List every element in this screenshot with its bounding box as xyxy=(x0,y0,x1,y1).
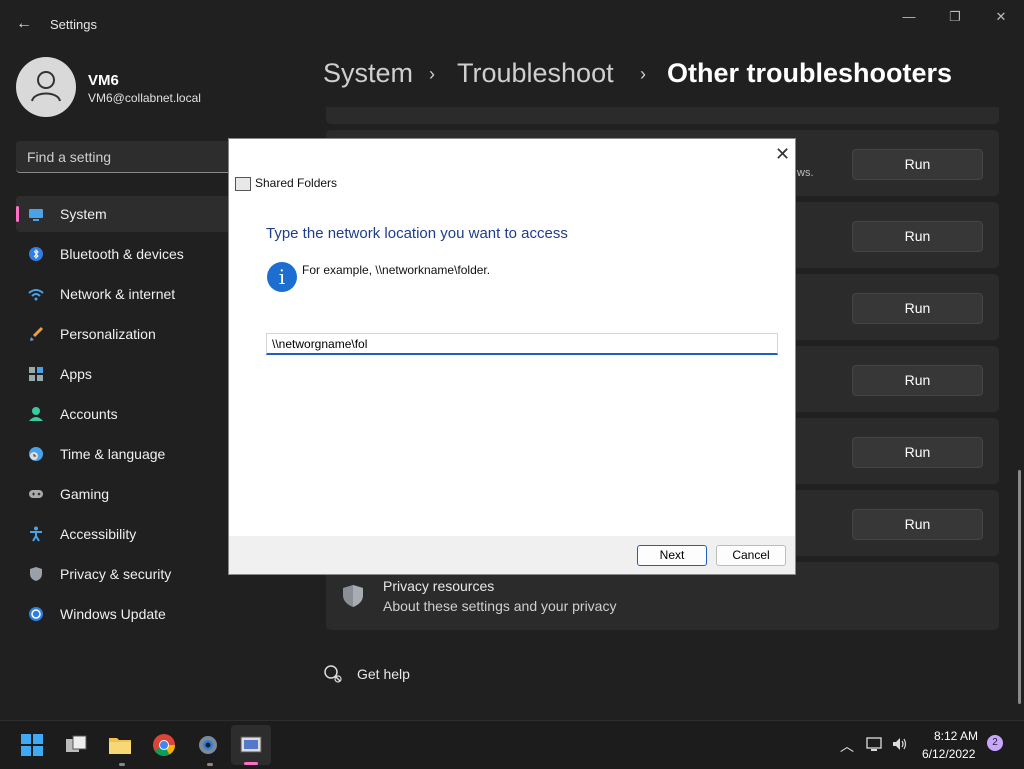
taskbar-active-app[interactable] xyxy=(231,725,271,765)
shield-icon xyxy=(341,584,365,613)
run-button[interactable]: Run xyxy=(852,365,983,396)
network-location-input[interactable] xyxy=(266,333,778,355)
clock-date[interactable]: 6/12/2022 xyxy=(922,747,975,761)
wifi-icon xyxy=(28,286,44,302)
sidebar-item-accessibility[interactable]: Accessibility xyxy=(16,516,246,552)
app-title: Settings xyxy=(50,17,97,32)
dialog-heading: Type the network location you want to ac… xyxy=(266,225,568,242)
sidebar-item-label: Apps xyxy=(60,366,92,382)
accessibility-icon xyxy=(28,526,44,542)
task-view-icon[interactable] xyxy=(64,733,88,757)
sidebar-item-privacy[interactable]: Privacy & security xyxy=(16,556,246,592)
sidebar-item-label: Privacy & security xyxy=(60,566,172,582)
shared-folders-icon xyxy=(240,736,262,753)
bluetooth-icon xyxy=(28,246,44,262)
maximize-button[interactable]: ❐ xyxy=(942,8,968,26)
volume-icon[interactable] xyxy=(891,736,909,755)
sidebar-item-gaming[interactable]: Gaming xyxy=(16,476,246,512)
apps-icon xyxy=(28,366,44,382)
close-button[interactable]: ✕ xyxy=(988,8,1014,26)
network-icon[interactable] xyxy=(866,736,884,755)
cancel-button[interactable]: Cancel xyxy=(716,545,786,566)
update-icon xyxy=(28,606,44,622)
run-button[interactable]: Run xyxy=(852,509,983,540)
running-indicator xyxy=(119,763,125,766)
sidebar-item-windows-update[interactable]: Windows Update xyxy=(16,596,246,632)
sidebar-item-label: Personalization xyxy=(60,326,156,342)
scrollbar[interactable] xyxy=(1018,470,1021,704)
back-arrow-icon[interactable]: ← xyxy=(14,14,34,34)
dialog-title: Shared Folders xyxy=(255,176,338,190)
chevron-up-icon[interactable]: ︿ xyxy=(840,736,854,756)
chrome-icon[interactable] xyxy=(152,733,176,757)
get-help-icon xyxy=(323,664,343,689)
run-button[interactable]: Run xyxy=(852,293,983,324)
sidebar-item-label: Network & internet xyxy=(60,286,176,302)
get-help-link[interactable]: Get help xyxy=(357,666,410,682)
info-icon: i xyxy=(267,262,297,292)
breadcrumb-troubleshoot[interactable]: Troubleshoot xyxy=(457,58,614,89)
sidebar-item-time-language[interactable]: Time & language xyxy=(16,436,246,472)
shield-icon xyxy=(28,566,44,582)
privacy-resources-link[interactable]: About these settings and your privacy xyxy=(383,598,616,614)
shared-folders-dialog: ✕ Shared Folders Type the network locati… xyxy=(228,138,796,575)
card-description-fragment: ws. xyxy=(797,167,814,179)
search-input[interactable]: Find a setting xyxy=(16,141,256,173)
person-icon xyxy=(31,71,61,102)
clock-time[interactable]: 8:12 AM xyxy=(934,729,978,743)
sidebar-item-network[interactable]: Network & internet xyxy=(16,276,246,312)
dialog-close-button[interactable]: ✕ xyxy=(775,144,790,165)
file-explorer-icon[interactable] xyxy=(108,733,132,757)
sidebar-item-accounts[interactable]: Accounts xyxy=(16,396,246,432)
selection-indicator xyxy=(16,206,19,222)
gamepad-icon xyxy=(28,486,44,502)
start-button-icon[interactable] xyxy=(20,733,44,757)
title-bar: ← Settings — ❐ ✕ xyxy=(0,0,1024,48)
sidebar-item-label: Gaming xyxy=(60,486,110,502)
sidebar-item-label: Accounts xyxy=(60,406,118,422)
brush-icon xyxy=(28,326,44,342)
shared-folders-icon xyxy=(235,177,251,191)
sidebar-item-label: Windows Update xyxy=(60,606,166,622)
settings-gear-icon[interactable] xyxy=(196,733,220,757)
page-title: Other troubleshooters xyxy=(667,58,953,88)
example-text: For example, \\networkname\folder. xyxy=(302,263,491,277)
user-name: VM6 xyxy=(88,72,119,89)
next-button[interactable]: Next xyxy=(637,545,707,566)
sidebar-item-personalization[interactable]: Personalization xyxy=(16,316,246,352)
globe-clock-icon xyxy=(28,446,44,462)
sidebar-item-label: Bluetooth & devices xyxy=(60,246,184,262)
sidebar-item-system[interactable]: System xyxy=(16,196,246,232)
sidebar-item-label: Time & language xyxy=(60,446,166,462)
active-indicator xyxy=(244,762,258,765)
taskbar: ︿ 8:12 AM 6/12/2022 xyxy=(0,720,1024,769)
sidebar-item-bluetooth[interactable]: Bluetooth & devices xyxy=(16,236,246,272)
run-button[interactable]: Run xyxy=(852,437,983,468)
dialog-footer: Next Cancel xyxy=(229,536,795,574)
run-button[interactable]: Run xyxy=(852,149,983,180)
person-icon xyxy=(28,406,44,422)
avatar[interactable] xyxy=(16,57,76,117)
notification-badge[interactable]: 2 xyxy=(987,735,1003,751)
user-email: VM6@collabnet.local xyxy=(88,91,201,105)
troubleshooter-card xyxy=(326,107,999,124)
privacy-resources-title: Privacy resources xyxy=(383,578,495,594)
chevron-right-icon: › xyxy=(429,64,435,84)
breadcrumb-system[interactable]: System xyxy=(323,58,413,89)
sidebar-item-label: Accessibility xyxy=(60,526,137,542)
sidebar-item-apps[interactable]: Apps xyxy=(16,356,246,392)
minimize-button[interactable]: — xyxy=(896,8,922,26)
monitor-icon xyxy=(28,206,44,222)
sidebar-item-label: System xyxy=(60,206,107,222)
run-button[interactable]: Run xyxy=(852,221,983,252)
chevron-right-icon: › xyxy=(640,64,646,84)
running-indicator xyxy=(207,763,213,766)
